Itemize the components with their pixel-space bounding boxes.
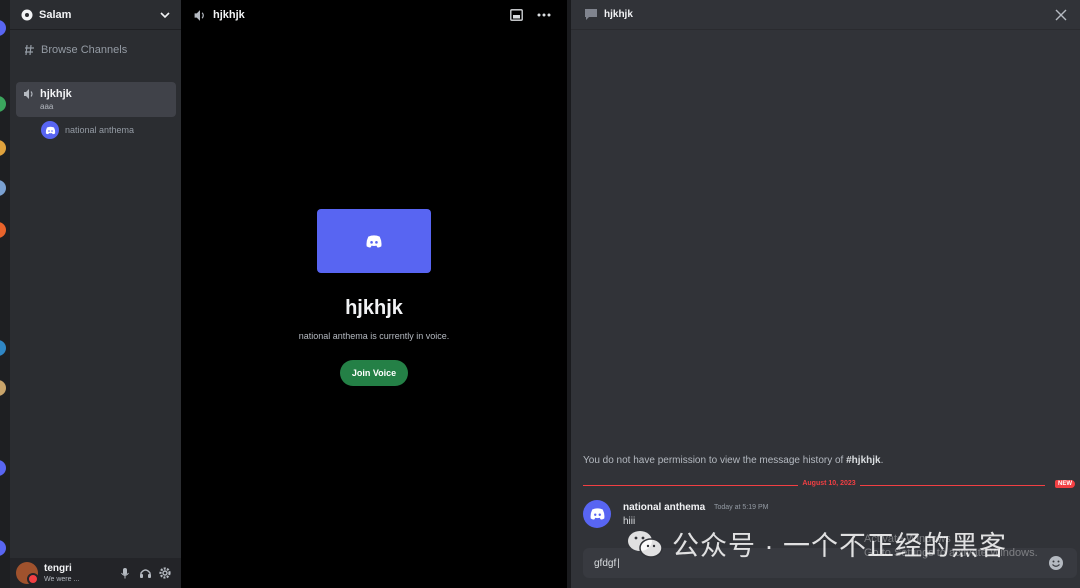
permission-text: You do not have permission to view the m… xyxy=(583,455,847,466)
discord-logo-icon xyxy=(45,126,55,134)
browse-channels-item[interactable]: Browse Channels xyxy=(24,44,127,56)
browse-channels-label: Browse Channels xyxy=(41,44,128,56)
date-label: August 10, 2023 xyxy=(583,480,1075,487)
channel-status: aaa xyxy=(40,102,54,111)
user-settings-button[interactable] xyxy=(155,563,175,583)
channel-name: hjkhjk xyxy=(40,88,72,100)
server-icon[interactable] xyxy=(0,140,6,156)
server-header[interactable]: Salam xyxy=(10,0,181,30)
more-icon xyxy=(537,13,551,17)
voice-subtitle: national anthema is currently in voice. xyxy=(298,331,450,341)
app-window: Salam Browse Channels hjkhjk aaa nationa… xyxy=(0,0,1080,588)
avatar xyxy=(41,121,59,139)
more-options-button[interactable] xyxy=(533,4,555,26)
date-text: August 10, 2023 xyxy=(798,480,860,487)
chevron-down-icon xyxy=(160,11,170,18)
popout-button[interactable] xyxy=(505,4,527,26)
date-divider: August 10, 2023 NEW xyxy=(583,480,1075,490)
server-icon[interactable] xyxy=(0,180,6,196)
chat-bubble-icon xyxy=(585,9,597,20)
user-info[interactable]: tengri We were ... xyxy=(44,562,115,583)
mute-button[interactable] xyxy=(115,563,135,583)
speaker-icon xyxy=(24,89,33,99)
speaker-icon xyxy=(194,9,204,21)
close-icon[interactable] xyxy=(1055,9,1067,21)
emoji-button[interactable] xyxy=(1046,553,1066,573)
user-status: We were ... xyxy=(44,575,80,583)
discord-logo-icon xyxy=(590,508,604,520)
voice-panel: hjkhjk hjkhjk national anthema is curren… xyxy=(181,0,567,588)
voice-title: hjkhjk xyxy=(345,297,403,319)
microphone-icon xyxy=(121,568,129,579)
deafen-button[interactable] xyxy=(135,563,155,583)
message-text: hiii xyxy=(623,516,636,527)
server-settings-icon xyxy=(21,9,33,20)
permission-notice: You do not have permission to view the m… xyxy=(583,455,883,466)
server-icon[interactable] xyxy=(0,20,6,36)
server-icon[interactable] xyxy=(0,222,6,238)
channel-sidebar: Salam Browse Channels hjkhjk aaa nationa… xyxy=(10,0,181,588)
username: tengri xyxy=(44,562,72,574)
chat-header: hjkhjk xyxy=(571,0,1080,30)
avatar[interactable] xyxy=(583,500,611,528)
headphones-icon xyxy=(139,569,151,578)
server-icon[interactable] xyxy=(0,96,6,112)
sidebar-item-voice-channel[interactable]: hjkhjk aaa xyxy=(16,82,176,117)
avatar[interactable] xyxy=(16,562,39,585)
emoji-icon xyxy=(1049,556,1063,570)
voice-connected-user[interactable]: national anthema xyxy=(41,121,134,139)
message-author[interactable]: national anthema xyxy=(623,502,705,513)
permission-channel: #hjkhjk xyxy=(846,455,881,466)
server-rail xyxy=(0,0,10,588)
server-icon[interactable] xyxy=(0,540,6,556)
gear-icon xyxy=(159,567,171,579)
server-icon[interactable] xyxy=(0,340,6,356)
new-badge: NEW xyxy=(1055,480,1075,488)
voice-user-name: national anthema xyxy=(65,125,135,135)
message-composer[interactable]: gfdgf xyxy=(583,548,1077,578)
message-input[interactable]: gfdgf xyxy=(594,558,1046,569)
server-name: Salam xyxy=(39,8,72,21)
permission-suffix: . xyxy=(880,455,884,466)
server-icon[interactable] xyxy=(0,460,6,476)
window-icon xyxy=(509,9,523,21)
chat-panel: hjkhjk You do not have permission to vie… xyxy=(571,0,1080,588)
voice-channel-title: hjkhjk xyxy=(213,9,245,21)
join-voice-button[interactable]: Join Voice xyxy=(340,360,408,386)
hash-search-icon xyxy=(25,44,34,56)
chat-title: hjkhjk xyxy=(604,9,633,20)
user-panel: tengri We were ... xyxy=(10,558,181,588)
discord-logo-icon xyxy=(366,234,382,247)
voice-header: hjkhjk xyxy=(181,0,567,30)
server-icon[interactable] xyxy=(0,380,6,396)
message-timestamp: Today at 5:19 PM xyxy=(714,504,769,511)
voice-participant-card[interactable] xyxy=(317,209,431,273)
